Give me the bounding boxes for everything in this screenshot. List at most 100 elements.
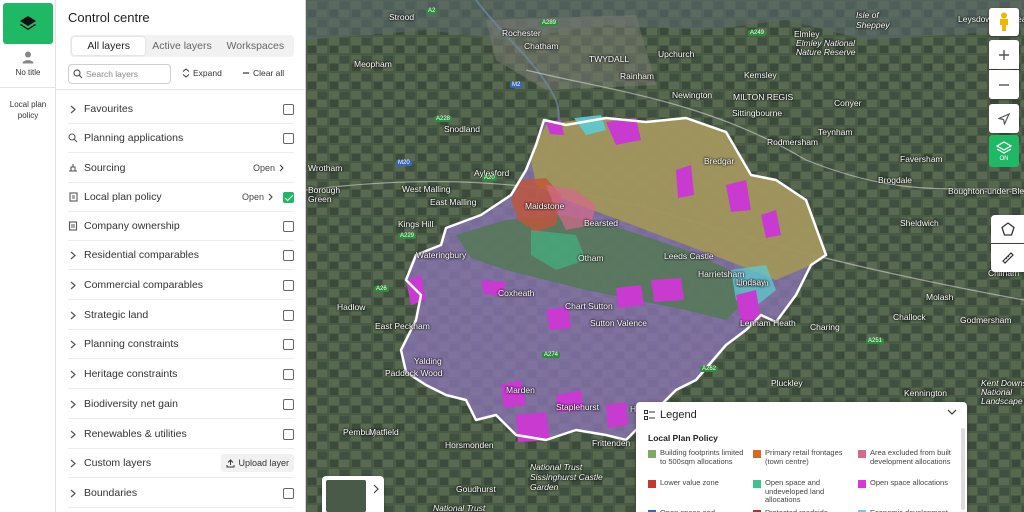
open-layer-button[interactable]: Open [253,163,284,173]
map-place-label: MILTON REGIS [733,92,794,102]
zoom-in-button[interactable] [989,40,1019,69]
layers-stack-icon [20,15,36,30]
layer-row[interactable]: Company ownership [68,212,294,241]
layer-row[interactable]: Commercial comparables [68,271,294,300]
map-place-label: Sutton Valence [590,318,648,328]
legend-item: Area excluded from built development all… [858,448,958,466]
expand-label: Expand [193,68,222,78]
layer-label: Strategic land [84,309,149,321]
map-layers-toggle-button[interactable]: ON [989,135,1019,167]
layer-row[interactable]: Heritage constraints [68,360,294,389]
search-input[interactable] [86,69,166,79]
layer-checkbox[interactable] [283,249,294,261]
map-place-label: West Malling [402,184,451,194]
tab-active-layers[interactable]: Active layers [145,37,218,55]
basemap-thumbnail[interactable] [326,480,366,512]
document-icon [68,192,78,202]
upload-layer-button[interactable]: Upload layer [221,454,294,472]
map-place-label: Otham [578,253,604,263]
layer-checkbox[interactable] [283,309,294,321]
ruler-icon [1001,252,1014,264]
layer-checkbox[interactable] [283,132,294,144]
clear-all-button[interactable]: Clear all [242,68,284,78]
legend-swatch [753,480,761,488]
map-place-label: Goudhurst [456,484,496,494]
locate-button[interactable] [989,104,1019,133]
zoom-out-button[interactable] [989,70,1019,99]
legend-item: Open space allocations [858,478,958,488]
layer-label: Custom layers [84,457,152,469]
legend-header[interactable]: Legend [644,409,697,421]
map-place-label: Brogdale [878,175,913,185]
map-place-label: Charing [810,322,840,332]
layer-checkbox[interactable] [283,103,294,115]
open-layer-button[interactable]: Open [242,192,273,202]
chevron-right-icon [68,250,78,260]
map-place-label: East Peckham [375,321,430,331]
building-icon [68,221,78,231]
map-place-label: Bredgar [704,156,735,166]
legend-item: Primary retail frontages (town centre) [753,448,853,466]
expand-button[interactable]: Expand [182,68,222,78]
app-logo-button[interactable] [3,3,53,44]
layer-label: Planning applications [84,132,184,144]
minus-icon [999,83,1009,86]
layer-checkbox[interactable] [283,191,294,203]
search-doc-icon [68,133,78,143]
pentagon-icon [1000,222,1015,236]
tab-all-layers[interactable]: All layers [72,37,146,55]
layer-label: Heritage constraints [84,368,178,380]
legend-swatch [648,450,656,458]
layer-row[interactable]: Residential comparables [68,241,294,270]
layer-row[interactable]: Biodiversity net gain [68,390,294,419]
layer-checkbox[interactable] [283,428,294,440]
chevron-down-icon[interactable] [947,409,957,415]
layer-checkbox[interactable] [283,398,294,410]
draw-polygon-button[interactable] [991,215,1024,243]
map-place-label: Lindsay [736,277,766,287]
map-place-label: Snodland [444,124,480,134]
layer-row[interactable]: Strategic land [68,301,294,330]
map-place-label: Borough Green [308,185,341,204]
street-view-pegman-button[interactable] [989,8,1019,36]
legend-swatch [753,450,761,458]
tab-workspaces[interactable]: Workspaces [219,37,292,55]
layer-checkbox[interactable] [283,368,294,380]
layer-label: Renewables & utilities [84,428,187,440]
chevron-right-icon [68,310,78,320]
legend-item: Lower value zone [648,478,748,488]
rail-user[interactable]: No title [0,48,56,88]
layer-checkbox[interactable] [283,220,294,232]
map-place-label: Wateringbury [416,250,467,260]
road-shield: A2 [426,8,438,14]
map-place-label: Staplehurst [556,402,599,412]
legend-item: Open space and undeveloped land allocati… [753,478,853,505]
layer-row[interactable]: Favourites [68,95,294,124]
layer-checkbox[interactable] [283,487,294,499]
basemap-switcher[interactable] [322,476,384,512]
map-place-label: Isle of [856,10,879,20]
chevron-right-icon [268,193,273,201]
layer-label: Biodiversity net gain [84,398,178,410]
layer-row[interactable]: Renewables & utilities [68,420,294,449]
layer-row[interactable]: Custom layers Upload layer [68,449,294,478]
measure-ruler-button[interactable] [991,244,1024,272]
rail-item-local-plan-policy[interactable]: Local plan policy [0,99,56,121]
road-shield: A26 [374,286,389,292]
layer-row[interactable]: Planning constraints [68,330,294,359]
map-place-label: Frittenden [592,438,631,448]
road-shield: A249 [748,30,767,36]
map-place-label: Marden [506,385,535,395]
layer-row[interactable]: Planning applications [68,124,294,153]
layer-row[interactable]: Boundaries [68,479,294,508]
layer-checkbox[interactable] [283,279,294,291]
map-place-label: Challock [893,312,926,322]
legend-scrollbar[interactable] [961,428,965,510]
road-shield: A20 [482,175,497,181]
map-place-label: Paddock Wood [385,368,443,378]
clear-all-label: Clear all [253,68,285,78]
layer-checkbox[interactable] [283,338,294,350]
layer-row[interactable]: Sourcing Open [68,154,294,183]
layer-row[interactable]: Local plan policy Open [68,183,294,212]
legend-list-icon [644,409,655,420]
